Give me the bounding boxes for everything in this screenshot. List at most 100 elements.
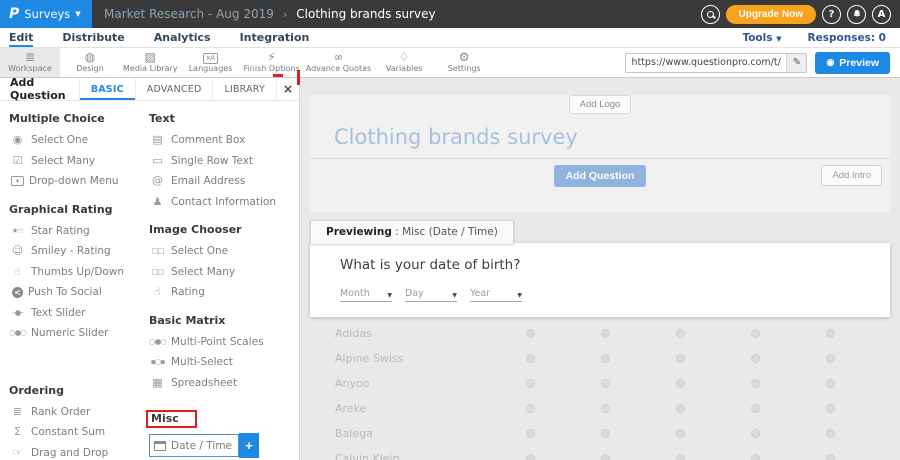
panel-tab-library[interactable]: LIBRARY bbox=[212, 78, 276, 100]
help-button[interactable]: ? bbox=[822, 5, 841, 24]
survey-header-card: Add Logo Clothing brands survey Add Ques… bbox=[310, 95, 890, 212]
breadcrumb-folder[interactable]: Market Research - Aug 2019 bbox=[104, 7, 274, 21]
matrix-row-label: Calvin Klein bbox=[335, 452, 400, 460]
dropdown-label: Month bbox=[340, 288, 370, 299]
question-type-select-many[interactable]: ▢▢Select Many bbox=[149, 262, 299, 283]
matrix-radio[interactable] bbox=[826, 354, 835, 363]
question-type-smiley-rating[interactable]: ☺Smiley - Rating bbox=[9, 241, 143, 262]
add-logo-button[interactable]: Add Logo bbox=[569, 95, 632, 114]
matrix-radio[interactable] bbox=[601, 354, 610, 363]
toolbar-item-design[interactable]: ◍Design bbox=[60, 48, 120, 77]
question-type-email-address[interactable]: @Email Address bbox=[149, 171, 299, 192]
panel-tab-basic[interactable]: BASIC bbox=[79, 78, 135, 100]
question-type-constant-sum[interactable]: ΣConstant Sum bbox=[9, 422, 143, 443]
add-date-time-button[interactable]: + bbox=[239, 433, 259, 458]
matrix-radio[interactable] bbox=[526, 379, 535, 388]
edit-url-button[interactable]: ✎ bbox=[786, 53, 806, 73]
matrix-radio[interactable] bbox=[826, 404, 835, 413]
toolbar-item-languages[interactable]: xALanguages bbox=[181, 48, 241, 77]
matrix-radio[interactable] bbox=[601, 379, 610, 388]
nav-tab-edit[interactable]: Edit bbox=[9, 28, 33, 47]
matrix-radio[interactable] bbox=[526, 354, 535, 363]
question-type-contact-information[interactable]: ♟Contact Information bbox=[149, 192, 299, 213]
question-type-spreadsheet[interactable]: ▦Spreadsheet bbox=[149, 373, 299, 394]
tools-menu[interactable]: Tools ▼ bbox=[742, 32, 781, 44]
upgrade-now-button[interactable]: Upgrade Now bbox=[726, 5, 816, 24]
question-type-select-many[interactable]: ☑Select Many bbox=[9, 151, 143, 172]
matrix-radio[interactable] bbox=[751, 329, 760, 338]
year-dropdown[interactable]: Year▼ bbox=[470, 288, 522, 302]
nav-tab-analytics[interactable]: Analytics bbox=[154, 28, 211, 47]
question-type-select-one[interactable]: ◉Select One bbox=[9, 130, 143, 151]
nav-right: Tools ▼ Responses: 0 bbox=[742, 28, 900, 47]
matrix-radio[interactable] bbox=[526, 454, 535, 460]
matrix-row-areke: Areke bbox=[300, 396, 900, 421]
dimmed-matrix-question: AdidasAlpine SwissAnyooArekeBalegaCalvin… bbox=[300, 321, 900, 460]
panel-tab-advanced[interactable]: ADVANCED bbox=[135, 78, 213, 100]
question-type-single-row-text[interactable]: ▭Single Row Text bbox=[149, 151, 299, 172]
toolbar-item-advance-quotas[interactable]: ∞Advance Quotas bbox=[303, 48, 374, 77]
matrix-radio[interactable] bbox=[676, 404, 685, 413]
question-type-star-rating[interactable]: ★☆Star Rating bbox=[9, 221, 143, 242]
surveys-product-menu[interactable]: P Surveys ▼ bbox=[0, 0, 92, 28]
question-type-push-to-social[interactable]: <Push To Social bbox=[9, 282, 143, 303]
toolbar-item-variables[interactable]: ♢Variables bbox=[374, 48, 434, 77]
matrix-radio[interactable] bbox=[826, 379, 835, 388]
matrix-radio[interactable] bbox=[676, 379, 685, 388]
toolbar-item-media-library[interactable]: ▨Media Library bbox=[120, 48, 181, 77]
matrix-radio[interactable] bbox=[601, 329, 610, 338]
matrix-radio[interactable] bbox=[526, 429, 535, 438]
toolbar-item-finish-options[interactable]: ⚡Finish Options bbox=[241, 48, 303, 77]
question-type-drag-and-drop[interactable]: ☞Drag and Drop bbox=[9, 443, 143, 460]
notifications-button[interactable] bbox=[847, 5, 866, 24]
nav-tab-distribute[interactable]: Distribute bbox=[62, 28, 124, 47]
matrix-radio[interactable] bbox=[676, 429, 685, 438]
matrix-radio[interactable] bbox=[526, 329, 535, 338]
matrix-radio[interactable] bbox=[601, 454, 610, 460]
matrix-radio[interactable] bbox=[751, 379, 760, 388]
matrix-radio[interactable] bbox=[751, 354, 760, 363]
matrix-radio[interactable] bbox=[826, 329, 835, 338]
matrix-radio[interactable] bbox=[676, 354, 685, 363]
question-type-text-slider[interactable]: –●–Text Slider bbox=[9, 303, 143, 324]
matrix-radio[interactable] bbox=[676, 454, 685, 460]
question-type-numeric-slider[interactable]: ○●○Numeric Slider bbox=[9, 323, 143, 344]
question-type-rank-order[interactable]: ≣Rank Order bbox=[9, 402, 143, 423]
preview-button[interactable]: ◉ Preview bbox=[815, 52, 890, 74]
nav-tab-integration[interactable]: Integration bbox=[240, 28, 310, 47]
question-type-comment-box[interactable]: ▤Comment Box bbox=[149, 130, 299, 151]
toolbar-item-settings[interactable]: ⚙Settings bbox=[434, 48, 494, 77]
question-type-select-one[interactable]: ▢▢Select One bbox=[149, 241, 299, 262]
matrix-radio[interactable] bbox=[526, 404, 535, 413]
question-type-label: Multi-Select bbox=[171, 356, 233, 368]
survey-url-input[interactable] bbox=[626, 57, 786, 68]
question-type-rating[interactable]: ☝Rating bbox=[149, 282, 299, 303]
responses-count[interactable]: Responses: 0 bbox=[808, 32, 886, 44]
add-question-button[interactable]: Add Question bbox=[554, 165, 647, 187]
day-dropdown[interactable]: Day▼ bbox=[405, 288, 457, 302]
matrix-radio[interactable] bbox=[676, 329, 685, 338]
month-dropdown[interactable]: Month▼ bbox=[340, 288, 392, 302]
close-panel-button[interactable]: × bbox=[276, 78, 299, 100]
question-type-thumbs-up-down[interactable]: ☝Thumbs Up/Down bbox=[9, 262, 143, 283]
matrix-radio[interactable] bbox=[751, 404, 760, 413]
survey-title[interactable]: Clothing brands survey bbox=[334, 125, 890, 149]
section-title-multiple-choice: Multiple Choice bbox=[9, 112, 143, 125]
avatar[interactable]: A bbox=[872, 5, 891, 24]
image-select-many-icon: ▢▢ bbox=[149, 266, 166, 278]
question-type-drop-down-menu[interactable]: ▾Drop-down Menu bbox=[9, 171, 143, 192]
matrix-radio[interactable] bbox=[751, 454, 760, 460]
toolbar-item-workspace[interactable]: ≣Workspace bbox=[0, 48, 60, 77]
question-type-multi-point-scales[interactable]: ○●○Multi-Point Scales bbox=[149, 332, 299, 353]
add-intro-button[interactable]: Add Intro bbox=[821, 165, 882, 186]
matrix-radio[interactable] bbox=[601, 429, 610, 438]
matrix-radio[interactable] bbox=[826, 454, 835, 460]
question-types-column-right: Text▤Comment Box▭Single Row Text@Email A… bbox=[143, 101, 299, 460]
question-type-date-time[interactable]: Date / Time bbox=[149, 434, 239, 457]
matrix-radio[interactable] bbox=[751, 429, 760, 438]
question-type-multi-select[interactable]: ▪○▪Multi-Select bbox=[149, 352, 299, 373]
matrix-radio[interactable] bbox=[826, 429, 835, 438]
chevron-down-icon: ▼ bbox=[517, 292, 522, 299]
search-button[interactable] bbox=[701, 5, 720, 24]
matrix-radio[interactable] bbox=[601, 404, 610, 413]
